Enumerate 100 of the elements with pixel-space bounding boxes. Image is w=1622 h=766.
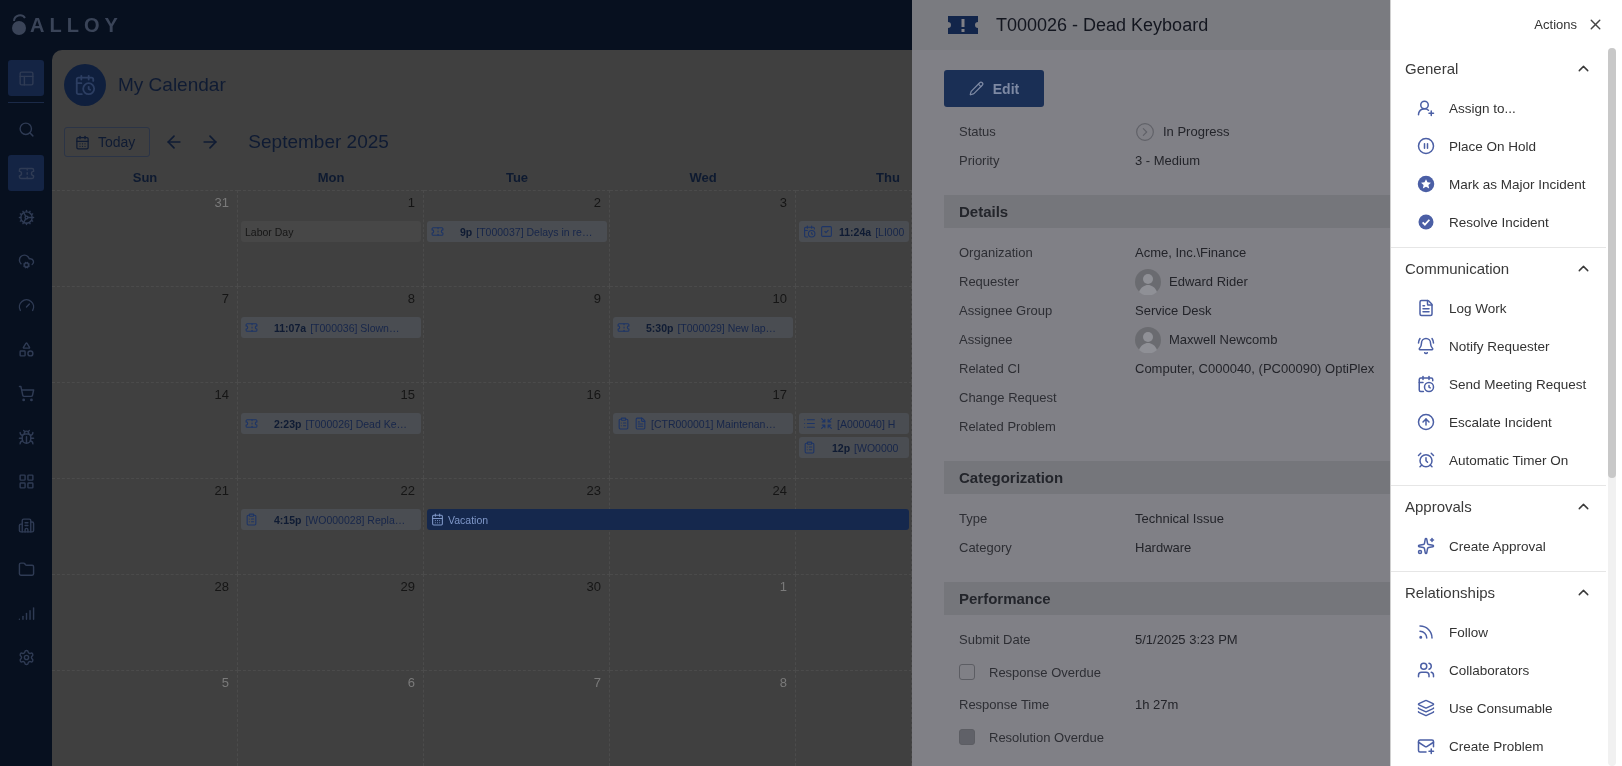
action-item[interactable]: Assign to...: [1391, 89, 1606, 127]
arrow-up-icon: [1417, 413, 1435, 431]
cart-icon: [17, 384, 35, 402]
person-plus-icon: [1417, 99, 1435, 117]
calendar-icon: [431, 513, 444, 526]
ticket-icon: [946, 14, 980, 36]
people-icon: [1417, 661, 1435, 679]
scrollbar[interactable]: [1608, 48, 1616, 766]
section-toggle[interactable]: Relationships: [1391, 572, 1606, 613]
clipboard-icon: [617, 417, 630, 430]
field-value: 3 - Medium: [1135, 153, 1201, 168]
action-item[interactable]: Create Problem: [1391, 727, 1606, 765]
checkbox[interactable]: [959, 729, 975, 745]
action-item[interactable]: Create Approval: [1391, 527, 1606, 565]
sidebar-button[interactable]: [8, 155, 44, 191]
check-circle-icon: [1417, 213, 1435, 231]
avatar: [1135, 326, 1161, 353]
cog-icon: [17, 208, 35, 226]
avatar: [1135, 268, 1161, 295]
day-number: 1: [779, 579, 787, 594]
action-item[interactable]: Collaborators: [1391, 651, 1606, 689]
search-icon: [17, 120, 35, 138]
action-item[interactable]: Escalate Incident: [1391, 403, 1606, 441]
alarm-clock-icon: [1417, 451, 1435, 469]
section-header: Details: [944, 195, 1390, 228]
field-value: Maxwell Newcomb: [1169, 332, 1278, 347]
action-item[interactable]: Automatic Timer On: [1391, 441, 1606, 479]
ticket-icon: [431, 225, 444, 238]
building-icon: [17, 516, 35, 534]
logo: ALLOY: [10, 13, 123, 37]
calendar-event[interactable]: Vacation: [427, 509, 909, 530]
arrows-icon: [820, 417, 833, 430]
section-toggle[interactable]: Approvals: [1391, 486, 1606, 527]
edit-button[interactable]: Edit: [944, 70, 1044, 107]
checkbox-icon: [820, 225, 833, 238]
field-value: Edward Rider: [1169, 274, 1248, 289]
sidebar-button[interactable]: [8, 60, 44, 96]
shapes-icon: [17, 340, 35, 358]
panel-title: Actions: [1534, 16, 1577, 32]
day-number: 8: [779, 675, 787, 690]
ticket-icon: [617, 321, 630, 334]
section-toggle[interactable]: General: [1391, 48, 1606, 89]
field-label: Requester: [959, 274, 1020, 289]
day-number: 31: [214, 195, 229, 210]
field-label: Submit Date: [959, 632, 1032, 647]
action-item[interactable]: Follow: [1391, 613, 1606, 651]
field-label: Change Request: [959, 390, 1058, 405]
field-value: 5/1/2025 3:23 PM: [1135, 632, 1238, 647]
field-label: Response Overdue: [989, 664, 1101, 680]
document-icon: [634, 417, 647, 430]
section-toggle[interactable]: Communication: [1391, 248, 1606, 289]
feed-icon: [1417, 623, 1435, 641]
field-value: 1h 27m: [1135, 697, 1179, 712]
ticket-icon: [245, 321, 258, 334]
action-item[interactable]: Log Work: [1391, 289, 1606, 327]
field-label: Assignee: [959, 332, 1014, 347]
mail-icon: [1417, 737, 1435, 755]
field-value: In Progress: [1163, 124, 1230, 139]
day-number: 5: [221, 675, 229, 690]
action-item[interactable]: Resolve Incident: [1391, 203, 1606, 241]
field-label: Resolution Overdue: [989, 729, 1104, 745]
field-label: Response Time: [959, 697, 1051, 712]
calendar-badge-icon: [64, 64, 106, 106]
field-label: Type: [959, 511, 989, 526]
bars-icon: [17, 604, 35, 622]
sparkle-icon: [1417, 537, 1435, 555]
action-item[interactable]: Mark as Major Incident: [1391, 165, 1606, 203]
field-value: Technical Issue: [1135, 511, 1224, 526]
folder-icon: [17, 560, 35, 578]
ticket-icon: [245, 417, 258, 430]
field-label: Organization: [959, 245, 1034, 260]
calendar-icon: [1417, 375, 1435, 393]
action-item[interactable]: Place On Hold: [1391, 127, 1606, 165]
layers-icon: [1417, 699, 1435, 717]
action-item[interactable]: Send Meeting Request: [1391, 365, 1606, 403]
pencil-icon: [968, 81, 984, 96]
settings-icon: [17, 648, 35, 666]
status-icon: [1135, 121, 1155, 142]
notes-icon: [1417, 299, 1435, 317]
calendar-icon: [75, 134, 90, 150]
record-title: T000026 - Dead Keyboard: [996, 14, 1209, 36]
grid-icon: [17, 472, 35, 490]
field-label: Assignee Group: [959, 303, 1054, 318]
field-value: Hardware: [1135, 540, 1192, 555]
section-header: Categorization: [944, 461, 1390, 494]
pause-icon: [1417, 137, 1435, 155]
list-icon: [803, 417, 816, 430]
checkbox[interactable]: [959, 664, 975, 680]
day-number: 7: [593, 675, 601, 690]
calendar-icon: [803, 225, 816, 238]
action-item[interactable]: Use Consumable: [1391, 689, 1606, 727]
field-label: Related CI: [959, 361, 1022, 376]
action-item[interactable]: Notify Requester: [1391, 327, 1606, 365]
field-value: Service Desk: [1135, 303, 1212, 318]
section-header: Performance: [944, 582, 1390, 615]
field-label: Priority: [959, 153, 1001, 168]
bell-icon: [1417, 337, 1435, 355]
day-number: 6: [407, 675, 415, 690]
clipboard-icon: [803, 441, 816, 454]
clipboard-icon: [245, 513, 258, 526]
